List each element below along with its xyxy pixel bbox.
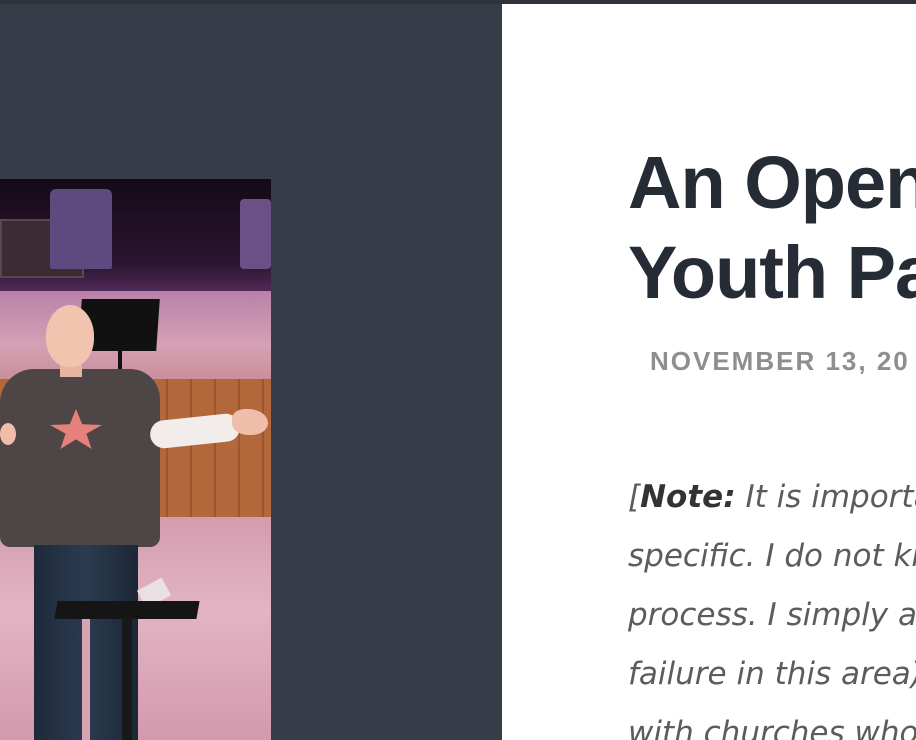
featured-photo [0,179,271,740]
photo-speaker-head [46,305,94,367]
photo-speaker-shirt [0,369,160,547]
photo-chair [240,199,271,269]
photo-speaker-hand [232,409,268,435]
body-line: [Note: It is importan [628,468,916,527]
post-title-line: An Open [628,141,916,224]
post-date: NOVEMBER 13, 20 [650,346,910,376]
body-line: process. I simply am [628,597,916,633]
sidebar [0,4,502,740]
article: An Open Youth Pa NOVEMBER 13, 20 [Note: … [502,4,916,740]
body-text: It is importan [745,479,916,515]
body-line: with churches who c [628,715,916,740]
photo-chair [50,189,112,269]
body-line: failure in this area) c [628,656,916,692]
post-body: [Note: It is importan specific. I do not… [628,468,916,740]
body-bracket: [ [628,479,641,515]
post-title[interactable]: An Open Youth Pa [628,138,916,318]
body-note-label: Note: [640,479,736,515]
photo-podium-pole [122,617,132,740]
photo-speaker-hand [0,423,16,445]
photo-jeans-gap [82,619,90,740]
body-line: specific. I do not kno [628,538,916,574]
post-title-line: Youth Pa [628,231,916,314]
